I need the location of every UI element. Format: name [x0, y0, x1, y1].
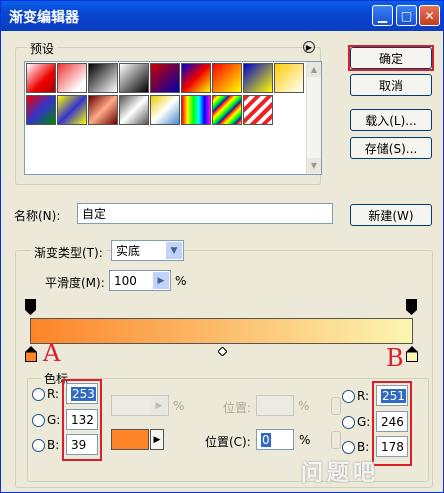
- name-input[interactable]: 自定: [77, 203, 333, 224]
- color-stop-right[interactable]: [406, 346, 418, 362]
- scroll-up-icon[interactable]: ▲: [307, 62, 321, 77]
- close-icon[interactable]: ✕: [419, 5, 440, 26]
- location-unit: %: [299, 433, 311, 447]
- preset-swatch[interactable]: [181, 95, 211, 125]
- window-title: 渐变编辑器: [9, 10, 79, 26]
- scroll-down-icon[interactable]: ▼: [307, 158, 321, 173]
- preset-swatch[interactable]: [181, 63, 211, 93]
- preset-swatch[interactable]: [57, 95, 87, 125]
- location-input[interactable]: 0: [256, 429, 294, 450]
- opacity-stop-left[interactable]: [25, 299, 36, 315]
- highlight-box: [348, 45, 434, 71]
- preset-swatch[interactable]: [57, 63, 87, 93]
- location-label: 位置(C):: [205, 435, 251, 449]
- location-input-disabled: [256, 395, 294, 416]
- preset-swatch[interactable]: [88, 63, 118, 93]
- gradient-editor-window: 渐变编辑器 ▁ □ ✕ 预设 ▶ ▲ ▼ 确定 取消 载入(L)... 存储(S…: [0, 0, 444, 493]
- color-swatch[interactable]: [111, 429, 149, 450]
- preset-swatch[interactable]: [88, 95, 118, 125]
- disabled-button-stub: [331, 397, 341, 415]
- maximize-icon[interactable]: □: [396, 5, 417, 26]
- presets-label: 预设: [27, 40, 58, 57]
- annotation-a: A: [43, 339, 61, 367]
- preset-swatch[interactable]: [26, 63, 56, 93]
- annotation-b: B: [386, 344, 404, 372]
- opacity-unit: %: [173, 399, 185, 413]
- name-label: 名称(N):: [14, 209, 61, 223]
- preset-swatch[interactable]: [243, 63, 273, 93]
- radio-b-left[interactable]: [32, 439, 45, 452]
- opacity-stop-right[interactable]: [406, 299, 417, 315]
- preset-swatch[interactable]: [150, 63, 180, 93]
- b-label-right: B:: [357, 440, 370, 454]
- smoothness-input[interactable]: 100 ▶: [109, 270, 171, 291]
- load-button[interactable]: 载入(L)...: [350, 109, 432, 131]
- preset-swatch[interactable]: [26, 95, 56, 125]
- g-label-left: G:: [47, 413, 61, 427]
- minimize-icon[interactable]: ▁: [372, 5, 393, 26]
- chevron-right-icon[interactable]: ▶: [150, 429, 164, 450]
- presets-list: ▲ ▼: [24, 61, 322, 175]
- smoothness-unit: %: [175, 274, 187, 288]
- disabled-button-stub: [331, 431, 341, 449]
- radio-r-right[interactable]: [342, 390, 355, 403]
- gradient-type-value: 实底: [116, 244, 141, 258]
- chevron-down-icon[interactable]: ▼: [166, 242, 182, 259]
- cancel-button[interactable]: 取消: [350, 74, 432, 96]
- location-unit-disabled: %: [298, 399, 310, 413]
- opacity-input: ▶: [111, 395, 169, 416]
- highlight-box-left: [62, 379, 102, 461]
- r-label-right: R:: [357, 389, 370, 403]
- chevron-right-icon: ▶: [151, 397, 167, 414]
- new-button[interactable]: 新建(W): [350, 204, 432, 226]
- gradient-preview-bar[interactable]: [30, 318, 413, 344]
- gradient-type-label: 渐变类型(T):: [31, 244, 106, 261]
- preset-swatch[interactable]: [274, 63, 304, 93]
- radio-g-left[interactable]: [32, 414, 45, 427]
- preset-swatch[interactable]: [119, 63, 149, 93]
- preset-swatch[interactable]: [212, 95, 242, 125]
- save-button[interactable]: 存储(S)...: [350, 137, 432, 159]
- location-label-disabled: 位置:: [223, 401, 252, 415]
- r-label-left: R:: [47, 387, 60, 401]
- b-label-left: B:: [47, 438, 60, 452]
- presets-menu-icon[interactable]: ▶: [303, 41, 315, 53]
- radio-r-left[interactable]: [32, 388, 45, 401]
- midpoint-diamond-icon[interactable]: [217, 345, 228, 357]
- highlight-box-right: [372, 381, 412, 466]
- radio-g-right[interactable]: [342, 416, 355, 429]
- color-stop-left[interactable]: [25, 346, 37, 362]
- g-label-right: G:: [357, 415, 371, 429]
- smoothness-value: 100: [114, 273, 137, 288]
- gradient-type-select[interactable]: 实底 ▼: [111, 240, 184, 261]
- preset-swatch[interactable]: [150, 95, 180, 125]
- watermark: 问题吧: [301, 461, 380, 486]
- preset-swatch[interactable]: [212, 63, 242, 93]
- presets-scrollbar[interactable]: ▲ ▼: [306, 62, 321, 174]
- title-bar[interactable]: 渐变编辑器 ▁ □ ✕: [1, 1, 443, 31]
- radio-b-right[interactable]: [342, 441, 355, 454]
- smoothness-label: 平滑度(M):: [45, 276, 105, 290]
- chevron-right-icon[interactable]: ▶: [153, 272, 169, 289]
- location-value: 0: [261, 432, 271, 447]
- preset-swatch[interactable]: [243, 95, 273, 125]
- preset-swatch[interactable]: [119, 95, 149, 125]
